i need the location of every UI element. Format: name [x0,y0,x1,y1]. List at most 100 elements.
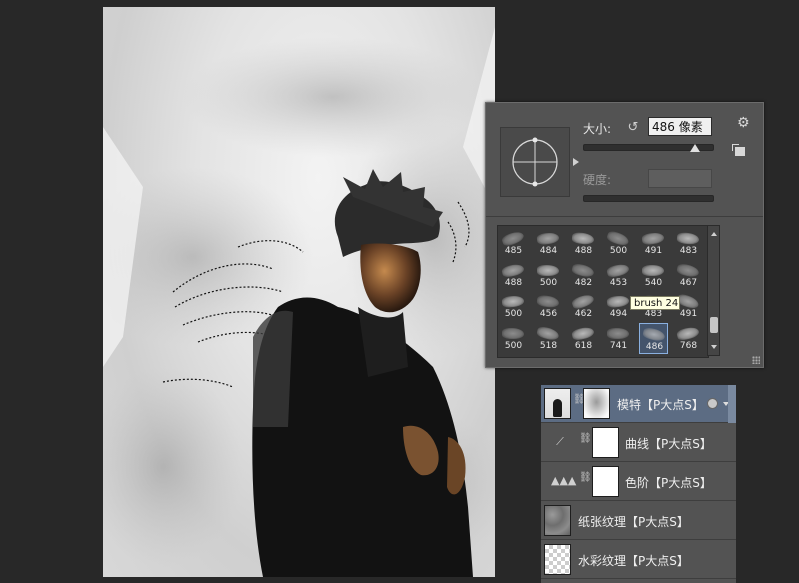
brush-stroke-icon [501,327,525,339]
brush-preset-grid: 485 484 488 500 491 483 488 500 482 453 540 467 500 4… [497,225,709,358]
size-slider-thumb[interactable] [689,144,700,152]
link-icon[interactable]: ⛓ [579,473,592,488]
layer-row[interactable]: ⟋ ⛓ 曲线【P大点S】 [541,424,736,462]
brush-preset-cell[interactable]: 540 [639,260,668,291]
brush-stroke-icon [537,264,559,276]
panel-divider [486,216,763,217]
brush-preset-cell[interactable]: 456 [534,291,563,322]
scroll-up-icon[interactable] [711,232,717,236]
brush-preset-cell[interactable]: 518 [534,323,563,354]
brush-stroke-icon [501,294,525,309]
layer-row[interactable]: ▲▲▲ ⛓ 色阶【P大点S】 [541,463,736,501]
brush-size-label: 456 [539,309,558,319]
brush-stroke-icon [501,262,525,278]
brush-size-label: 540 [644,277,663,288]
layer-row[interactable]: 水彩纹理【P大点S】 [541,541,736,579]
brush-preset-cell[interactable]: 618 [569,323,598,354]
layer-thumbnail[interactable] [544,388,571,419]
brush-preset-cell[interactable]: 482 [569,260,598,291]
brush-stroke-icon [500,229,526,248]
brush-preset-cell[interactable]: 486 [639,322,668,354]
brush-stroke-icon [571,262,595,278]
brush-size-label: 482 [574,277,593,288]
brush-size-label: 488 [504,277,523,288]
brush-stroke-icon [571,325,595,341]
brush-stroke-icon [607,327,629,339]
gear-icon[interactable]: ⚙ [737,115,750,131]
new-preset-icon[interactable] [732,144,745,156]
layer-name: 水彩纹理【P大点S】 [578,554,689,568]
brush-size-label: 518 [539,340,558,351]
brush-preset-cell[interactable]: 462 [569,291,598,322]
brush-tip-shape-icon [512,137,558,187]
brush-preset-cell[interactable]: 494 [604,291,633,322]
brush-preset-cell[interactable]: 467 [674,260,703,291]
layer-mask-thumbnail[interactable] [583,388,610,419]
levels-icon: ▲▲▲ [551,474,577,487]
layer-mask-thumbnail[interactable] [592,427,619,458]
brush-stroke-icon [570,292,596,311]
brush-size-label: 488 [574,246,593,256]
brush-stroke-icon [675,325,701,341]
preview-arrow-icon [573,158,579,166]
preset-scrollbar[interactable] [707,225,720,356]
brush-stroke-icon [571,231,595,246]
brush-preset-cell[interactable]: 491 [639,228,668,259]
brush-size-label: 453 [609,277,628,288]
brush-preset-cell[interactable]: 500 [534,260,563,291]
brush-stroke-icon [676,262,700,278]
brush-preset-cell[interactable]: 500 [499,291,528,322]
brush-stroke-icon [535,325,561,341]
brush-size-label: 483 [679,246,698,256]
layers-scrollbar[interactable] [728,385,736,423]
brush-preset-cell[interactable]: 484 [534,228,563,259]
brush-stroke-icon [641,264,665,276]
hardness-slider[interactable] [583,195,714,202]
curves-icon: ⟋ [556,435,564,448]
brush-size-label: 484 [539,246,558,256]
brush-preset-cell[interactable]: 453 [604,260,633,291]
brush-size-label: 462 [574,309,593,319]
brush-preset-cell[interactable]: 741 [604,323,633,354]
layer-name: 曲线【P大点S】 [625,437,712,451]
brush-stroke-icon [641,231,665,246]
brush-preset-cell[interactable]: 768 [674,323,703,354]
brush-preset-cell[interactable]: 500 [499,323,528,354]
brush-preset-cell[interactable]: 488 [569,228,598,259]
layer-style-icon[interactable] [707,398,718,409]
brush-angle-preview[interactable] [500,127,570,197]
document-canvas[interactable] [103,7,495,577]
link-icon[interactable]: ⛓ [579,434,592,449]
layer-thumbnail[interactable] [544,544,571,575]
reset-size-icon[interactable]: ↺ [626,121,640,135]
layer-thumbnail[interactable] [544,505,571,536]
scroll-down-icon[interactable] [711,345,717,349]
brush-preset-cell[interactable]: 488 [499,260,528,291]
resize-grip[interactable] [752,356,760,364]
brush-stroke-icon [676,232,700,245]
layer-row[interactable]: ⛓ 模特【P大点S】 [541,385,736,423]
brush-tooltip: brush 24 [630,296,680,310]
brush-stroke-icon [536,231,560,246]
brush-preset-picker: 大小: ↺ 486 像素 硬度: ⚙ 485 484 488 500 491 483 488… [485,102,764,368]
brush-size-label: 500 [504,340,523,351]
scroll-thumb[interactable] [710,317,718,333]
artwork-image [103,27,495,577]
size-slider[interactable] [583,144,714,152]
link-icon[interactable]: ⛓ [573,395,586,410]
hardness-input[interactable] [648,169,712,188]
size-input[interactable]: 486 像素 [648,117,712,136]
layer-name: 模特【P大点S】 [617,398,704,412]
layer-name: 纸张纹理【P大点S】 [578,515,689,529]
brush-stroke-icon [536,294,560,309]
layer-mask-thumbnail[interactable] [592,466,619,497]
brush-preset-cell[interactable]: 485 [499,228,528,259]
hardness-label: 硬度: [583,173,612,187]
brush-size-label: 618 [574,340,593,351]
layer-row[interactable]: 纸张纹理【P大点S】 [541,502,736,540]
brush-stroke-icon [605,262,631,278]
size-label: 大小: [583,122,612,136]
brush-preset-cell[interactable]: 500 [604,228,633,259]
brush-size-label: 500 [539,277,558,288]
brush-preset-cell[interactable]: 483 [674,228,703,259]
